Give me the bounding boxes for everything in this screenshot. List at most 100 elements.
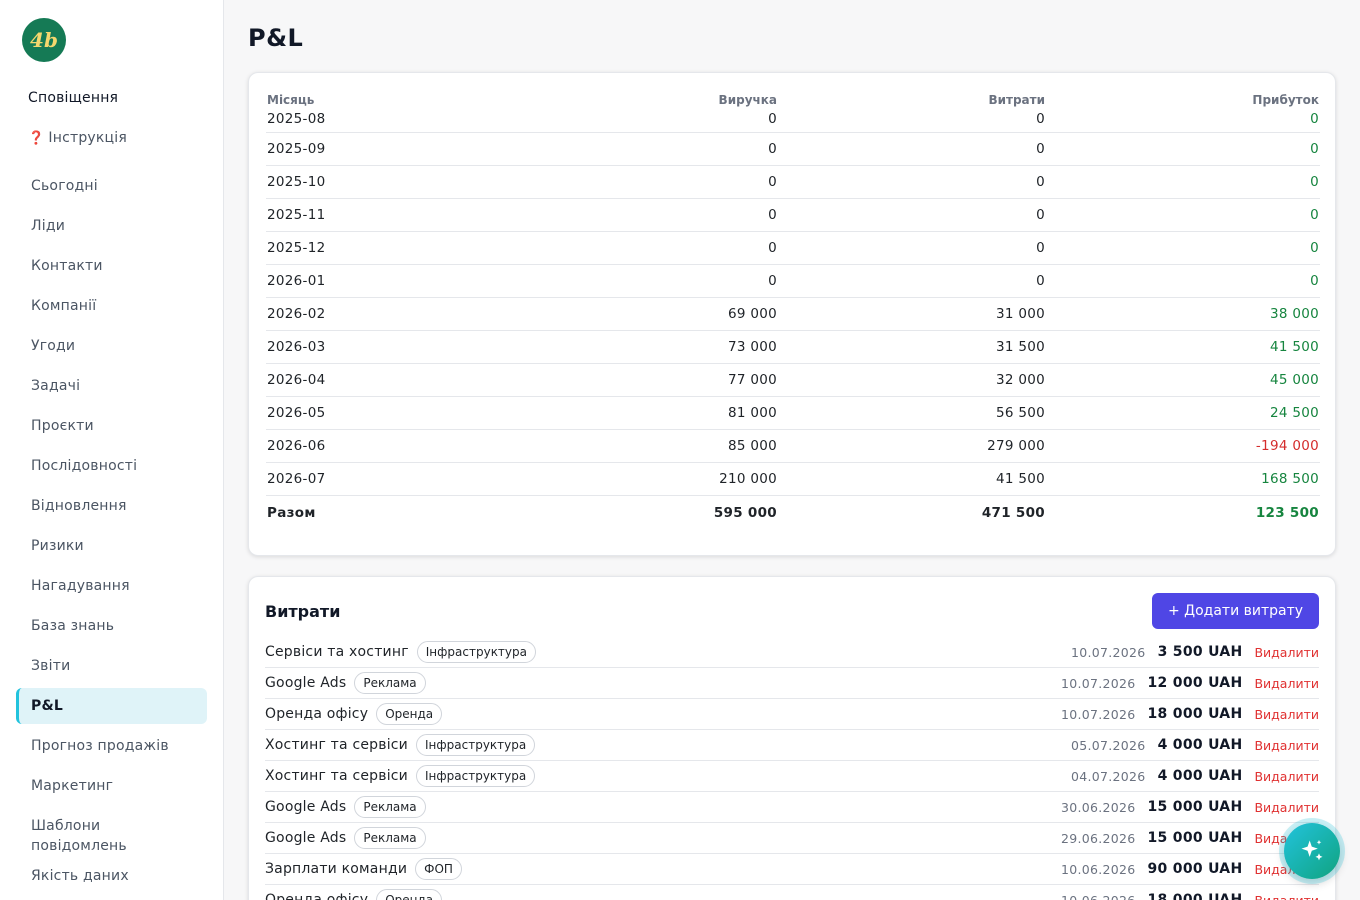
cell-expenses: 0 bbox=[778, 107, 1046, 133]
cell-expenses: 32 000 bbox=[778, 363, 1046, 397]
table-row: 2026-07 210 000 41 500 168 500 bbox=[266, 462, 1320, 496]
sidebar-item-knowledge-base[interactable]: База знань bbox=[16, 606, 207, 646]
cell-revenue: 0 bbox=[446, 231, 778, 265]
cell-expenses: 41 500 bbox=[778, 462, 1046, 496]
sparkles-icon bbox=[1301, 839, 1323, 861]
add-expense-button[interactable]: + Додати витрату bbox=[1152, 593, 1319, 629]
sidebar-item-deals[interactable]: Угоди bbox=[16, 326, 207, 366]
cell-month: 2026-05 bbox=[266, 396, 446, 430]
expense-category-badge: ФОП bbox=[415, 858, 462, 880]
cell-profit: 0 bbox=[1046, 165, 1320, 199]
sidebar-item-label: Ліди bbox=[31, 218, 65, 234]
sidebar-item-label: Маркетинг bbox=[31, 778, 114, 794]
sidebar-item-label: Послідовності bbox=[31, 458, 138, 474]
cell-revenue: 85 000 bbox=[446, 429, 778, 463]
pnl-header-row: Місяць Виручка Витрати Прибуток bbox=[266, 89, 1320, 107]
pnl-table-body: 2025-08 0 0 0 2025-09 0 0 0 2025-10 0 0 0 2025-11 0 0 0… bbox=[266, 107, 1320, 531]
total-profit: 123 500 bbox=[1255, 505, 1319, 522]
sidebar-item-tasks[interactable]: Задачі bbox=[16, 366, 207, 406]
list-item: Сервіси та хостинг Інфраструктура 10.07.20… bbox=[265, 637, 1319, 668]
sidebar-item-label: Інструкція bbox=[48, 130, 127, 146]
total-row: Разом 595 000 471 500 123 500 bbox=[266, 495, 1320, 531]
expense-date: 10.07.2026 bbox=[1070, 644, 1146, 660]
sidebar-item-contacts[interactable]: Контакти bbox=[16, 246, 207, 286]
cell-profit: 0 bbox=[1046, 198, 1320, 232]
sidebar-item-data-quality[interactable]: Якість даних bbox=[16, 856, 207, 896]
cell-month: 2026-07 bbox=[266, 462, 446, 496]
delete-expense-link[interactable]: Видалити bbox=[1254, 645, 1319, 660]
cell-profit: -194 000 bbox=[1046, 429, 1320, 463]
sidebar-item-notifications[interactable]: Сповіщення bbox=[16, 78, 207, 118]
cell-month: 2026-01 bbox=[266, 264, 446, 298]
table-row: 2026-01 0 0 0 bbox=[266, 264, 1320, 298]
list-item: Хостинг та сервіси Інфраструктура 04.07.20… bbox=[265, 761, 1319, 792]
cell-expenses: 56 500 bbox=[778, 396, 1046, 430]
delete-expense-link[interactable]: Видалити bbox=[1254, 769, 1319, 784]
sidebar-item-label: Компанії bbox=[31, 298, 97, 314]
expense-date: 05.07.2026 bbox=[1070, 737, 1146, 753]
delete-expense-link[interactable]: Видалити bbox=[1254, 707, 1319, 722]
list-item: Google AdsРеклама29.06.202615 000 UAHВид… bbox=[265, 823, 1319, 854]
sidebar-item-today[interactable]: Сьогодні bbox=[16, 166, 207, 206]
sidebar-item-leads[interactable]: Ліди bbox=[16, 206, 207, 246]
expense-category-badge: Реклама bbox=[354, 796, 426, 818]
cell-month: 2025-10 bbox=[266, 165, 446, 199]
expense-name: Зарплати команди bbox=[265, 861, 408, 877]
expense-name: Google Ads bbox=[265, 799, 347, 815]
sidebar-item-reminders[interactable]: Нагадування bbox=[16, 566, 207, 606]
sidebar-item-projects[interactable]: Проєкти bbox=[16, 406, 207, 446]
table-row: 2026-02 69 000 31 000 38 000 bbox=[266, 297, 1320, 331]
expense-name: Сервіси та хостинг bbox=[265, 644, 409, 660]
logo[interactable]: 4b bbox=[22, 18, 66, 62]
delete-expense-link[interactable]: Видалити bbox=[1254, 738, 1319, 753]
sidebar-item-label: Сповіщення bbox=[28, 90, 119, 106]
sidebar-item-companies[interactable]: Компанії bbox=[16, 286, 207, 326]
column-header-expenses: Витрати bbox=[988, 93, 1045, 107]
sidebar-item-instructions[interactable]: ❓ Інструкція bbox=[16, 118, 207, 158]
sidebar-item-risks[interactable]: Ризики bbox=[16, 526, 207, 566]
sidebar-item-label: База знань bbox=[31, 618, 115, 634]
cell-month: 2025-08 bbox=[266, 107, 446, 133]
expense-category-badge: Реклама bbox=[354, 827, 426, 849]
cell-expenses: 0 bbox=[778, 132, 1046, 166]
sidebar-item-label: Прогноз продажів bbox=[31, 738, 169, 754]
expense-date: 29.06.2026 bbox=[1060, 830, 1136, 846]
expenses-card: Витрати + Додати витрату Сервіси та хост… bbox=[248, 576, 1336, 900]
cell-expenses: 0 bbox=[778, 198, 1046, 232]
table-row: 2026-04 77 000 32 000 45 000 bbox=[266, 363, 1320, 397]
table-row: 2026-05 81 000 56 500 24 500 bbox=[266, 396, 1320, 430]
cell-revenue: 0 bbox=[446, 198, 778, 232]
sidebar-item-label: Ризики bbox=[31, 538, 84, 554]
question-icon: ❓ bbox=[28, 130, 45, 146]
sidebar-item-sales-forecast[interactable]: Прогноз продажів bbox=[16, 726, 207, 766]
cell-revenue: 210 000 bbox=[446, 462, 778, 496]
expense-amount: 18 000 UAH bbox=[1147, 892, 1243, 900]
sidebar-item-label: Контакти bbox=[31, 258, 103, 274]
delete-expense-link[interactable]: Видалити bbox=[1254, 676, 1319, 691]
sidebar-item-marketing[interactable]: Маркетинг bbox=[16, 766, 207, 806]
logo-text: 4b bbox=[30, 28, 58, 52]
table-row: 2025-08 0 0 0 bbox=[266, 107, 1320, 133]
cell-revenue: 0 bbox=[446, 107, 778, 133]
sidebar-item-recovery[interactable]: Відновлення bbox=[16, 486, 207, 526]
cell-month: 2026-06 bbox=[266, 429, 446, 463]
sidebar-item-sequences[interactable]: Послідовності bbox=[16, 446, 207, 486]
list-item: Google Ads Реклама 30.06.2026 15 000 UAH Вид… bbox=[265, 792, 1319, 823]
delete-expense-link[interactable]: Видалити bbox=[1254, 893, 1319, 900]
delete-expense-link[interactable]: Видалити bbox=[1254, 800, 1319, 815]
list-item: Оренда офісу Оренда 10.06.2026 18 000 UAH Ви… bbox=[265, 885, 1319, 900]
expense-name: Хостинг та сервіси bbox=[265, 768, 408, 784]
cell-profit: 45 000 bbox=[1046, 363, 1320, 397]
sidebar-item-reports[interactable]: Звіти bbox=[16, 646, 207, 686]
sidebar-item-pnl[interactable]: P&L bbox=[16, 688, 207, 724]
sidebar-item-label: Проєкти bbox=[31, 418, 94, 434]
sidebar-item-label: Задачі bbox=[31, 378, 81, 394]
cell-revenue: 69 000 bbox=[446, 297, 778, 331]
expense-date: 10.07.2026 bbox=[1060, 675, 1136, 691]
expense-name: Оренда офісу bbox=[265, 892, 369, 900]
sidebar-item-label: Якість даних bbox=[31, 868, 129, 884]
ai-assistant-button[interactable] bbox=[1284, 823, 1340, 879]
cell-expenses: 31 500 bbox=[778, 330, 1046, 364]
sidebar-item-label: Нагадування bbox=[31, 578, 130, 594]
cell-month: 2026-02 bbox=[266, 297, 446, 331]
